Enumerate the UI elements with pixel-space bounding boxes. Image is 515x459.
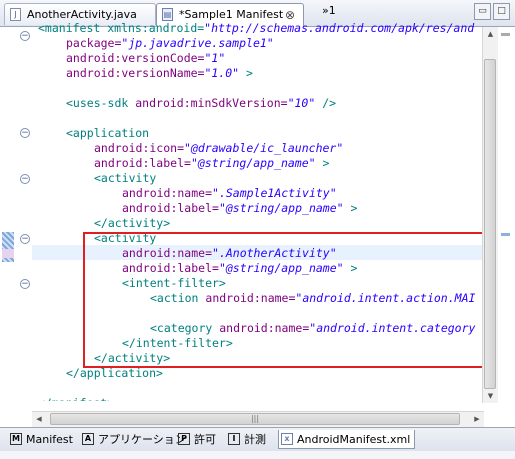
tab-label: 許可 [194,433,216,446]
overview-ruler[interactable] [498,27,513,403]
tab-manifest[interactable]: M Manifest [8,430,73,449]
code-token: android:label= [94,156,191,170]
editor-page-tabs: M Manifest A アプリケーション P 許可 I 計測 x Androi… [0,427,515,452]
fold-icon[interactable]: − [20,279,30,289]
java-file-icon: J [10,8,21,21]
code-line[interactable]: <application [66,126,149,141]
code-line[interactable]: android:icon="@drawable/ic_launcher" [94,141,343,156]
manifest-file-icon: ▤ [162,8,173,21]
code-token: android:label= [122,201,219,215]
xml-file-icon: x [281,433,293,445]
tab-label: AndroidManifest.xml [297,433,411,446]
manifest-page-icon: M [10,433,22,445]
change-marker [2,249,14,258]
ruler-mark[interactable] [501,233,510,236]
tab-androidmanifest-xml[interactable]: x AndroidManifest.xml [278,430,416,449]
xml-source-editor[interactable]: − − − − − <manifest xmlns:android="http:… [0,21,515,427]
code-line[interactable]: <uses-sdk android:minSdkVersion="10" /> [66,96,336,111]
code-token: package= [66,36,122,50]
code-token: <uses-sdk [66,96,136,110]
horizontal-scroll-thumb[interactable]: ||| [50,413,460,425]
code-line[interactable]: android:label="@string/app_name" > [94,156,329,171]
tab-overflow-button[interactable]: »1 [322,4,336,17]
scroll-right-icon[interactable]: ▶ [470,412,484,427]
code-token: "@string/app_name" [218,201,344,215]
tab-label: Manifest [26,433,73,446]
folding-ruler: − − − − − [18,27,32,427]
tab-permissions[interactable]: P 許可 [176,430,216,449]
vertical-scroll-thumb[interactable] [484,59,496,389]
minimize-button[interactable]: ▭ [474,3,491,20]
code-token: "@string/app_name" [190,156,316,170]
code-token: ".Sample1Activity" [212,186,337,200]
fold-icon[interactable]: − [20,234,30,244]
scroll-left-icon[interactable]: ◀ [32,412,46,427]
code-token: "@drawable/ic_launcher" [184,141,344,155]
tab-label: 計測 [244,433,266,446]
permissions-page-icon: P [178,433,190,445]
code-token: > [239,66,253,80]
code-token: <manifest xmlns:android= [38,21,205,35]
code-line[interactable]: </application> [66,366,163,381]
code-token: android:minSdkVersion= [135,96,288,110]
tab-instrumentation[interactable]: I 計測 [226,430,266,449]
application-page-icon: A [82,433,94,445]
tab-label: アプリケーション [98,433,186,446]
code-token: android:versionName= [66,66,205,80]
vertical-scrollbar[interactable]: ▲ ▼ [482,27,498,403]
code-line[interactable]: android:versionName="1.0" > [66,66,253,81]
code-token: > [343,201,358,215]
status-strip [0,451,515,459]
scroll-up-icon[interactable]: ▲ [483,27,498,41]
code-token: "1" [204,51,226,65]
code-token: <activity [94,171,157,185]
code-token: </application> [66,366,163,380]
code-line[interactable]: android:label="@string/app_name" > [122,201,357,216]
code-token: <application [66,126,150,140]
annotation-red-box [83,232,487,368]
ruler-mark[interactable] [501,33,510,36]
tab-application[interactable]: A アプリケーション [80,430,186,449]
code-token: /> [315,96,337,110]
code-token: "1.0" [204,66,240,80]
code-line[interactable]: <activity [94,171,156,186]
code-token: > [315,156,330,170]
scroll-down-icon[interactable]: ▼ [483,389,498,403]
annotation-gutter [0,27,18,427]
code-token: </activity> [94,216,171,230]
code-line[interactable]: </manifest> [38,396,114,401]
fold-icon[interactable]: − [20,31,30,41]
code-token: </manifest> [38,396,114,401]
code-token: android:icon= [94,141,185,155]
code-line[interactable]: <manifest xmlns:android="http://schemas.… [38,21,474,36]
code-token: "jp.javadrive.sample1" [121,36,274,50]
instrumentation-page-icon: I [228,433,240,445]
code-token: android:name= [122,186,213,200]
code-line[interactable]: </activity> [94,216,170,231]
fold-icon[interactable]: − [20,174,30,184]
fold-icon[interactable]: − [20,128,30,138]
code-line[interactable]: package="jp.javadrive.sample1" [66,36,274,51]
code-token: "http://schemas.android.com/apk/res/and [204,21,475,35]
code-line[interactable]: android:versionCode="1" [66,51,225,66]
code-token: android:versionCode= [66,51,205,65]
code-token: "10" [287,96,316,110]
horizontal-scrollbar[interactable]: ◀ ||| ▶ [32,411,484,427]
code-line[interactable]: android:name=".Sample1Activity" [122,186,337,201]
maximize-button[interactable]: □ [493,3,510,20]
